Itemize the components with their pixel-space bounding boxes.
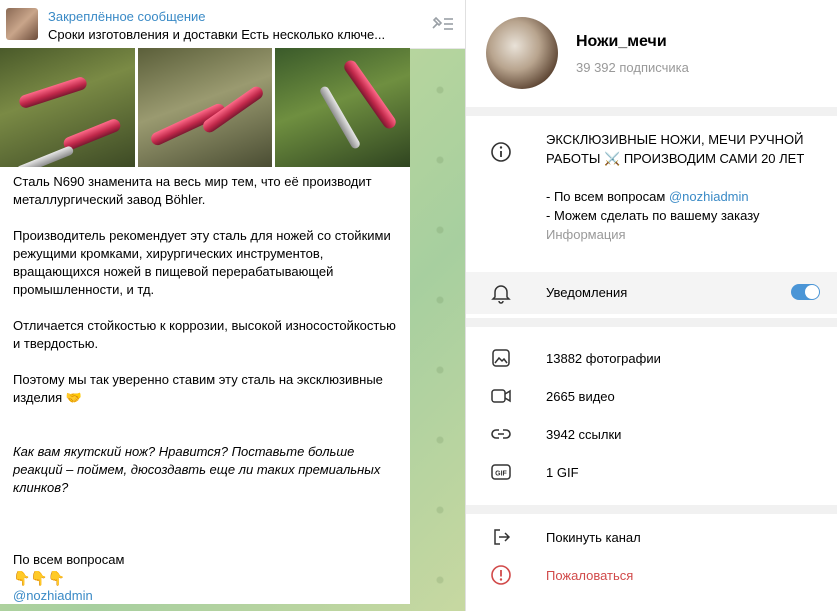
description-headline: ЭКСКЛЮЗИВНЫЕ НОЖИ, МЕЧИ РУЧНОЙ РАБОТЫ ⚔️… xyxy=(546,132,805,166)
photo-icon xyxy=(492,349,510,367)
channel-avatar[interactable] xyxy=(486,17,558,89)
video-icon xyxy=(491,389,511,403)
notifications-label: Уведомления xyxy=(546,285,628,300)
pinned-title: Закреплённое сообщение xyxy=(48,9,206,24)
knife-photo-2[interactable] xyxy=(137,48,273,167)
links-count[interactable]: 3942 ссылки xyxy=(546,427,621,442)
description-item: - Можем сделать по вашему заказу xyxy=(546,208,760,223)
pointing-down-emojis: 👇👇👇 xyxy=(13,570,66,586)
admin-mention-link[interactable]: @nozhiadmin xyxy=(669,189,749,204)
notifications-row[interactable]: Уведомления xyxy=(466,272,837,314)
contact-label: По всем вопросам xyxy=(13,552,125,567)
knife-photo-3[interactable] xyxy=(275,48,410,167)
gifs-count[interactable]: 1 GIF xyxy=(546,465,579,480)
info-label: Информация xyxy=(546,227,626,242)
chat-area: Закреплённое сообщение Сроки изготовлени… xyxy=(0,0,465,611)
knife-photo-1[interactable] xyxy=(0,48,135,167)
description-item-text: - По всем вопросам xyxy=(546,189,669,204)
report-icon xyxy=(491,565,511,585)
svg-text:GIF: GIF xyxy=(495,471,507,478)
pinned-thumbnail xyxy=(6,8,38,40)
message-text: Сталь N690 знаменита на весь мир тем, чт… xyxy=(0,167,410,604)
gif-icon: GIF xyxy=(491,464,511,480)
pinned-message-bar[interactable]: Закреплённое сообщение Сроки изготовлени… xyxy=(0,0,465,49)
message-italic-question: Как вам якутский нож? Нравится? Поставьт… xyxy=(13,444,381,495)
message-paragraph: Производитель рекомендует эту сталь для … xyxy=(13,228,391,297)
leave-icon xyxy=(494,529,511,545)
channel-description: ЭКСКЛЮЗИВНЫЕ НОЖИ, МЕЧИ РУЧНОЙ РАБОТЫ ⚔️… xyxy=(546,130,816,244)
pinned-text: Сроки изготовления и доставки Есть неско… xyxy=(48,27,386,42)
channel-name: Ножи_мечи xyxy=(576,33,667,50)
bell-icon xyxy=(491,285,511,304)
description-item: - По всем вопросам @nozhiadmin xyxy=(546,187,816,206)
divider xyxy=(466,107,837,116)
photo-album xyxy=(0,48,410,167)
divider xyxy=(466,318,837,327)
info-icon xyxy=(491,142,511,162)
photos-count[interactable]: 13882 фотографии xyxy=(546,351,661,366)
divider xyxy=(466,505,837,514)
message-paragraph: Сталь N690 знаменита на весь мир тем, чт… xyxy=(13,174,372,207)
message-paragraph: Отличается стойкостью к коррозии, высоко… xyxy=(13,318,396,351)
channel-message: Сталь N690 знаменита на весь мир тем, чт… xyxy=(0,48,410,604)
videos-count[interactable]: 2665 видео xyxy=(546,389,615,404)
notifications-toggle[interactable] xyxy=(791,284,820,300)
leave-channel-button[interactable]: Покинуть канал xyxy=(546,530,641,545)
report-button[interactable]: Пожаловаться xyxy=(546,568,633,583)
subscriber-count: 39 392 подписчика xyxy=(576,60,689,75)
pin-list-icon[interactable] xyxy=(429,14,455,34)
link-icon xyxy=(491,429,511,439)
message-paragraph: Поэтому мы так уверенно ставим эту сталь… xyxy=(13,372,383,405)
contact-link[interactable]: @nozhiadmin xyxy=(13,587,397,604)
channel-info-panel: Ножи_мечи 39 392 подписчика ЭКСКЛЮЗИВНЫЕ… xyxy=(465,0,837,611)
